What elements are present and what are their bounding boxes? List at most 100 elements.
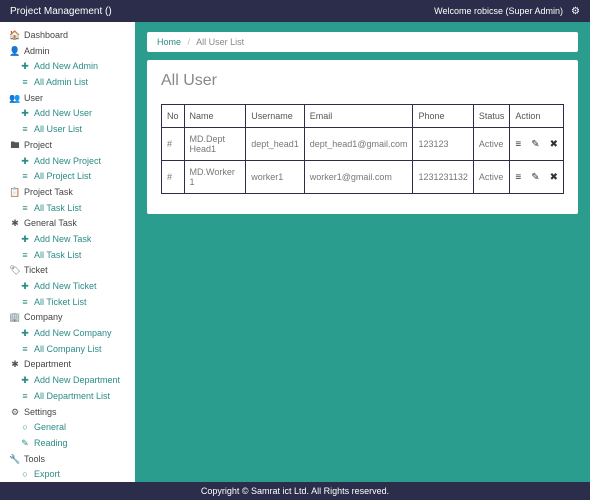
sidebar-item-add-new-ticket[interactable]: ✚ Add New Ticket xyxy=(20,279,135,295)
folder-icon: 🖿 xyxy=(10,140,20,152)
cell-action: ≡ ✎ ✖ xyxy=(510,161,564,194)
list-icon: ≡ xyxy=(20,171,30,183)
plus-icon: ✚ xyxy=(20,234,30,246)
list-icon: ≡ xyxy=(20,203,30,215)
sidebar-item-add-new-admin[interactable]: ✚ Add New Admin xyxy=(20,59,135,75)
sidebar-item-ticket[interactable]: 🏷 Ticket xyxy=(10,263,135,279)
sidebar-item-label: Department xyxy=(24,359,71,371)
sidebar-item-all-ticket-list[interactable]: ≡ All Ticket List xyxy=(20,295,135,311)
list-icon[interactable]: ≡ xyxy=(515,172,521,183)
sidebar-item-all-department-list[interactable]: ≡All Department List xyxy=(20,389,135,405)
cell-name: MD.Dept Head1 xyxy=(184,128,246,161)
plus-icon: ✚ xyxy=(20,281,30,293)
sidebar-item-label: All Company List xyxy=(34,344,102,356)
sidebar-item-label: All Ticket List xyxy=(34,297,87,309)
gear-icon: ⚙ xyxy=(10,407,20,419)
circle-icon: ○ xyxy=(20,422,30,434)
cell-action: ≡ ✎ ✖ xyxy=(510,128,564,161)
sidebar-item-all-project-list[interactable]: ≡ All Project List xyxy=(20,169,135,185)
list-icon: ≡ xyxy=(20,77,30,89)
sidebar-item-reading[interactable]: ✎Reading xyxy=(20,436,135,452)
sidebar-item-department[interactable]: ✱ Department xyxy=(10,357,135,373)
sidebar-item-user[interactable]: 👥User xyxy=(10,91,135,107)
sidebar-item-project-task[interactable]: 📋Project Task xyxy=(10,185,135,201)
sidebar-item-label: Ticket xyxy=(24,265,48,277)
tag-icon: 🏷 xyxy=(10,265,20,277)
share-icon: ✱ xyxy=(10,218,20,230)
col-phone: Phone xyxy=(413,105,473,128)
breadcrumb-sep: / xyxy=(188,37,191,47)
sidebar-item-general[interactable]: ○General xyxy=(20,420,135,436)
dashboard-icon: 🏠 xyxy=(10,30,20,42)
main-content: Home / All User List All User NoNameUser… xyxy=(135,22,590,482)
sidebar-item-label: Add New Project xyxy=(34,156,101,168)
edit-icon[interactable]: ✎ xyxy=(531,172,539,183)
sidebar-item-label: Reading xyxy=(34,438,68,450)
sidebar-item-label: All Project List xyxy=(34,171,91,183)
wrench-icon: 🔧 xyxy=(10,454,20,466)
sidebar-item-add-new-task[interactable]: ✚ Add New Task xyxy=(20,232,135,248)
plus-icon: ✚ xyxy=(20,61,30,73)
sidebar-item-label: All Task List xyxy=(34,250,81,262)
share-icon: ✱ xyxy=(10,359,20,371)
sidebar-item-add-new-company[interactable]: ✚Add New Company xyxy=(20,326,135,342)
footer-text: Copyright © Samrat ict Ltd. All Rights r… xyxy=(201,486,389,496)
cell-phone: 1231231132 xyxy=(413,161,473,194)
sidebar-item-label: Add New Admin xyxy=(34,61,98,73)
sidebar-item-label: Company xyxy=(24,312,63,324)
sidebar-item-tools[interactable]: 🔧 Tools xyxy=(10,452,135,468)
sidebar-item-label: All User List xyxy=(34,124,82,136)
delete-icon[interactable]: ✖ xyxy=(550,139,558,150)
cell-phone: 123123 xyxy=(413,128,473,161)
sidebar-item-label: Project xyxy=(24,140,52,152)
cell-name: MD.Worker 1 xyxy=(184,161,246,194)
sidebar-item-label: All Task List xyxy=(34,203,81,215)
sidebar-item-add-new-department[interactable]: ✚Add New Department xyxy=(20,373,135,389)
sidebar-item-company[interactable]: 🏢Company xyxy=(10,310,135,326)
gear-icon[interactable]: ⚙ xyxy=(571,6,580,17)
sidebar-item-label: All Department List xyxy=(34,391,110,403)
sidebar-item-label: Add New Task xyxy=(34,234,91,246)
sidebar-item-label: Dashboard xyxy=(24,30,68,42)
sidebar-item-label: Add New Ticket xyxy=(34,281,97,293)
sidebar-item-all-user-list[interactable]: ≡All User List xyxy=(20,122,135,138)
sidebar-item-all-task-list[interactable]: ≡ All Task List xyxy=(20,201,135,217)
topbar-right: Welcome robicse (Super Admin) ⚙ xyxy=(434,6,580,17)
sidebar-item-label: Export xyxy=(34,469,60,481)
cell-username: dept_head1 xyxy=(246,128,305,161)
sidebar-item-add-new-user[interactable]: ✚Add New User xyxy=(20,106,135,122)
users-icon: 👥 xyxy=(10,93,20,105)
sidebar-item-label: All Admin List xyxy=(34,77,88,89)
breadcrumb: Home / All User List xyxy=(147,32,578,52)
sidebar-item-label: Tools xyxy=(24,454,45,466)
footer: Copyright © Samrat ict Ltd. All Rights r… xyxy=(0,482,590,500)
sidebar-item-settings[interactable]: ⚙Settings xyxy=(10,405,135,421)
delete-icon[interactable]: ✖ xyxy=(550,172,558,183)
app-title: Project Management () xyxy=(10,6,112,17)
sidebar-item-label: Add New User xyxy=(34,108,92,120)
sidebar-item-admin[interactable]: 👤 Admin xyxy=(10,44,135,60)
list-icon: ≡ xyxy=(20,297,30,309)
sidebar-item-dashboard[interactable]: 🏠 Dashboard xyxy=(10,28,135,44)
col-email: Email xyxy=(304,105,413,128)
sidebar-item-all-admin-list[interactable]: ≡ All Admin List xyxy=(20,75,135,91)
col-status: Status xyxy=(473,105,510,128)
user-icon: 👤 xyxy=(10,46,20,58)
sidebar-item-all-task-list[interactable]: ≡ All Task List xyxy=(20,248,135,264)
breadcrumb-home[interactable]: Home xyxy=(157,37,181,47)
sidebar-item-project[interactable]: 🖿 Project xyxy=(10,138,135,154)
welcome-text: Welcome robicse (Super Admin) xyxy=(434,6,563,16)
sidebar-item-export[interactable]: ○Export xyxy=(20,467,135,482)
content-panel: All User NoNameUsernameEmailPhoneStatusA… xyxy=(147,60,578,214)
col-name: Name xyxy=(184,105,246,128)
list-icon[interactable]: ≡ xyxy=(515,139,521,150)
list-icon: ≡ xyxy=(20,250,30,262)
edit-icon[interactable]: ✎ xyxy=(531,139,539,150)
sidebar-item-label: Admin xyxy=(24,46,50,58)
sidebar-item-general-task[interactable]: ✱General Task xyxy=(10,216,135,232)
breadcrumb-current: All User List xyxy=(196,37,244,47)
plus-icon: ✚ xyxy=(20,328,30,340)
sidebar-item-add-new-project[interactable]: ✚Add New Project xyxy=(20,154,135,170)
sidebar-item-all-company-list[interactable]: ≡All Company List xyxy=(20,342,135,358)
col-username: Username xyxy=(246,105,305,128)
